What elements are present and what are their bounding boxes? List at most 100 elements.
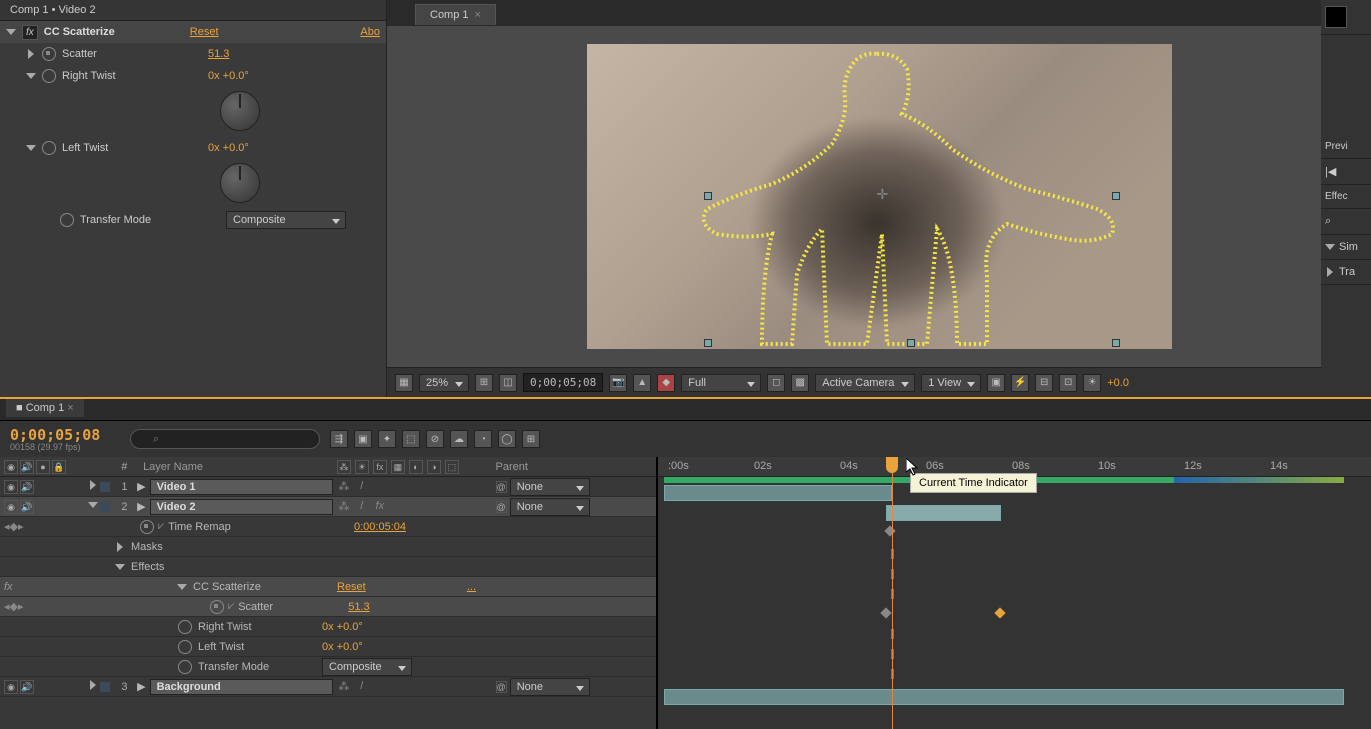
twirl-icon[interactable]	[1327, 267, 1333, 277]
switch-icon[interactable]: ⁂	[337, 460, 351, 474]
scatterize-row[interactable]: fx CC Scatterize Reset ...	[0, 577, 656, 597]
search-icon[interactable]: ⌕	[1325, 215, 1331, 228]
audio-column-icon[interactable]: 🔊	[20, 460, 34, 474]
audio-icon[interactable]: 🔊	[20, 500, 34, 514]
draft-3d-icon[interactable]: ▣	[354, 430, 372, 448]
twirl-icon[interactable]	[117, 542, 123, 552]
camera-dropdown[interactable]: Active Camera	[815, 374, 915, 392]
transfer-mode-dropdown[interactable]: Composite	[226, 211, 346, 229]
flowchart-icon[interactable]: ⊡	[1059, 374, 1077, 392]
about-link[interactable]: Abo	[360, 26, 380, 38]
parent-dropdown[interactable]: None	[510, 478, 590, 496]
right-twist-value[interactable]: 0x +0.0°	[322, 621, 363, 633]
exposure-value[interactable]: +0.0	[1107, 377, 1129, 389]
color-label-icon[interactable]	[100, 682, 110, 692]
switch-icon[interactable]: ◑	[427, 460, 441, 474]
effects-panel-tab[interactable]: Effec	[1321, 185, 1371, 209]
twirl-icon[interactable]	[26, 145, 36, 151]
audio-icon[interactable]: 🔊	[20, 680, 34, 694]
layer-handle[interactable]	[704, 192, 712, 200]
stopwatch-icon[interactable]	[60, 213, 74, 227]
channel-icon[interactable]: ▲	[633, 374, 651, 392]
stopwatch-icon[interactable]	[178, 640, 192, 654]
scatter-value[interactable]: 51.3	[208, 48, 229, 60]
twirl-icon[interactable]	[1325, 244, 1335, 250]
toggle-switches-icon[interactable]: ⊞	[522, 430, 540, 448]
color-label-icon[interactable]	[100, 502, 110, 512]
stopwatch-icon[interactable]	[42, 141, 56, 155]
color-swatch[interactable]	[1325, 6, 1347, 28]
layer-handle[interactable]	[704, 339, 712, 347]
frame-blend-icon[interactable]: ⬚	[402, 430, 420, 448]
transfer-mode-dropdown[interactable]: Composite	[322, 658, 412, 676]
lock-column-icon[interactable]: 🔒	[52, 460, 66, 474]
switch-icon[interactable]: ◐	[409, 460, 423, 474]
audio-icon[interactable]: 🔊	[20, 480, 34, 494]
layer-row[interactable]: ◉🔊 1 ▶Video 1 ⁂/ @ None	[0, 477, 656, 497]
stopwatch-icon[interactable]	[42, 69, 56, 83]
twirl-icon[interactable]	[26, 73, 36, 79]
current-time-indicator[interactable]	[886, 457, 898, 473]
layer-name[interactable]: Video 2	[150, 499, 333, 515]
scatter-value[interactable]: 51.3	[348, 601, 369, 613]
layer-bar[interactable]	[664, 689, 1344, 705]
keyframe-icon[interactable]	[994, 607, 1005, 618]
stopwatch-icon[interactable]	[42, 47, 56, 61]
left-twist-value[interactable]: 0x +0.0°	[322, 641, 363, 653]
layer-bar[interactable]	[886, 505, 1001, 521]
twirl-icon[interactable]	[115, 564, 125, 570]
masks-row[interactable]: Masks	[0, 537, 656, 557]
twirl-icon[interactable]	[177, 584, 187, 590]
transparency-icon[interactable]: ▩	[791, 374, 809, 392]
preview-panel-tab[interactable]: Previ	[1321, 135, 1371, 159]
twirl-icon[interactable]	[90, 680, 96, 690]
motion-blur-icon[interactable]: ⊘	[426, 430, 444, 448]
switch-icon[interactable]: ☀	[355, 460, 369, 474]
keyframe-icon[interactable]	[884, 525, 895, 536]
effects-group-row[interactable]: Effects	[0, 557, 656, 577]
timeline-search[interactable]	[130, 429, 320, 449]
search-input[interactable]	[130, 429, 320, 449]
goto-start-icon[interactable]: |◀	[1325, 165, 1336, 178]
category-label[interactable]: Sim	[1339, 241, 1358, 253]
layer-name[interactable]: Background	[150, 679, 333, 695]
graph-icon[interactable]: ⩗	[224, 600, 238, 613]
brainstorm-icon[interactable]: ☁	[450, 430, 468, 448]
layer-handle[interactable]	[1112, 192, 1120, 200]
graph-icon[interactable]: ⩗	[158, 520, 164, 533]
video-column-icon[interactable]: ◉	[4, 460, 18, 474]
twirl-icon[interactable]	[90, 480, 96, 490]
current-time-field[interactable]: 0;00;05;08	[523, 373, 603, 392]
canvas-area[interactable]: ✛	[387, 26, 1371, 367]
right-twist-value[interactable]: 0x +0.0°	[208, 70, 249, 82]
solo-column-icon[interactable]: ●	[36, 460, 50, 474]
eye-icon[interactable]: ◉	[4, 480, 18, 494]
close-icon[interactable]: ×	[67, 402, 73, 414]
close-icon[interactable]: ×	[475, 9, 481, 21]
magnify-icon[interactable]: ▦	[395, 374, 413, 392]
twirl-icon[interactable]	[28, 49, 34, 59]
color-label-icon[interactable]	[100, 482, 110, 492]
stopwatch-icon[interactable]	[178, 620, 192, 634]
effect-header[interactable]: fx CC Scatterize Reset Abo	[0, 21, 386, 43]
twirl-icon[interactable]	[88, 502, 98, 508]
timeline-graph[interactable]: :00s 02s 04s 06s 08s 10s 12s 14s	[658, 457, 1371, 729]
mask-icon[interactable]: ◫	[499, 374, 517, 392]
switch-icon[interactable]: fx	[373, 460, 387, 474]
switch-icon[interactable]: ▦	[391, 460, 405, 474]
stopwatch-icon[interactable]	[178, 660, 192, 674]
graph-editor-icon[interactable]: ◯	[498, 430, 516, 448]
resolution-dropdown[interactable]: Full	[681, 374, 761, 392]
layer-name[interactable]: Video 1	[150, 479, 333, 495]
stopwatch-icon[interactable]	[140, 520, 154, 534]
reset-link[interactable]: Reset	[337, 581, 366, 593]
layer-handle[interactable]	[1112, 339, 1120, 347]
parent-dropdown[interactable]: None	[510, 498, 590, 516]
switch-icon[interactable]: ⬚	[445, 460, 459, 474]
left-twist-value[interactable]: 0x +0.0°	[208, 142, 249, 154]
keyframe-icon[interactable]	[880, 607, 891, 618]
stopwatch-icon[interactable]	[210, 600, 224, 614]
parent-dropdown[interactable]: None	[510, 678, 590, 696]
time-remap-value[interactable]: 0:00:05:04	[354, 521, 406, 533]
fx-badge-icon[interactable]: fx	[22, 25, 38, 40]
